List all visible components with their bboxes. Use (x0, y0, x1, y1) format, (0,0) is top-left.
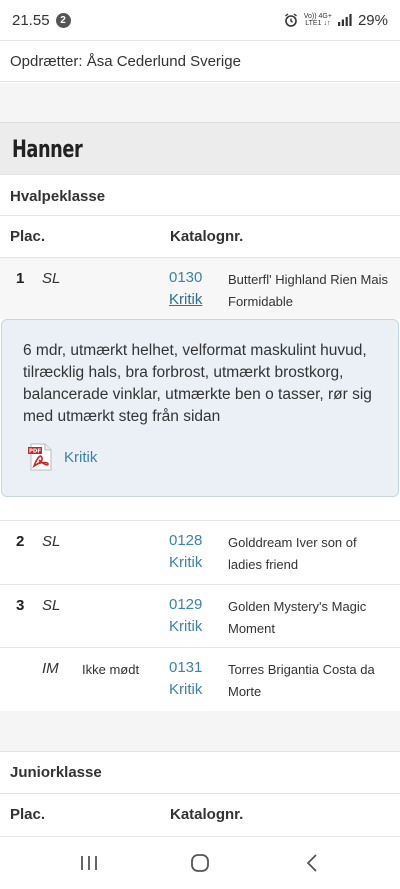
column-header: Plac. Katalognr. (0, 793, 400, 835)
section-header: Hanner (0, 122, 400, 174)
recent-apps-button[interactable] (78, 852, 100, 874)
entry-catalog-link[interactable]: 0128 (169, 532, 202, 549)
critique-pdf-link[interactable]: PDF Kritik (26, 442, 97, 472)
entry-kritik-link[interactable]: Kritik (169, 291, 202, 308)
status-time: 21.55 (12, 11, 50, 29)
entry-grade: IM (42, 660, 59, 677)
alarm-icon (284, 13, 297, 27)
network-indicator: Vo)) 4G+ LTE1 ↓↑ (304, 13, 332, 27)
entry-dog-name: Golddream Iver son of ladies friend (228, 535, 357, 572)
entry-place: 2 (16, 533, 25, 550)
entry-dog-name: Golden Mystery's Magic Moment (228, 599, 367, 636)
entry-attendance: Ikke mødt (82, 662, 140, 677)
spacer (0, 83, 400, 122)
system-nav-bar (0, 836, 400, 889)
entry-grade: SL (42, 533, 61, 550)
column-catalog: Katalognr. (170, 228, 244, 245)
critique-text: 6 mdr, utmærkt helhet, velformat maskuli… (23, 342, 372, 425)
entry-grade: SL (42, 597, 61, 614)
entry-catalog-link[interactable]: 0130 (169, 269, 202, 286)
column-catalog: Katalognr. (170, 806, 244, 823)
class-title: Juniorklasse (0, 751, 400, 793)
entry-dog-name: Torres Brigantia Costa da Morte (228, 662, 375, 699)
section-title: Hanner (12, 134, 83, 163)
signal-icon (337, 14, 352, 26)
entry-catalog-link[interactable]: 0129 (169, 596, 202, 613)
spacer (0, 498, 400, 520)
spacer (0, 711, 400, 751)
back-button[interactable] (302, 852, 324, 874)
entry-place: 3 (16, 597, 25, 614)
table-row: 1 SL 0130 Kritik Butterfl' Highland Rien… (0, 257, 400, 319)
network-bottom-label: LTE1 ↓↑ (305, 20, 331, 27)
status-icons: Vo)) 4G+ LTE1 ↓↑ 29% (284, 12, 388, 29)
notification-count-badge: 2 (55, 12, 71, 28)
column-header: Plac. Katalognr. (0, 215, 400, 257)
status-bar: 21.55 2 Vo)) 4G+ LTE1 ↓↑ 29% (0, 0, 400, 40)
entry-kritik-link[interactable]: Kritik (169, 554, 202, 571)
entry-catalog-link[interactable]: 0131 (169, 659, 202, 676)
battery-level: 29% (357, 11, 388, 29)
column-place: Plac. (10, 228, 46, 245)
home-button[interactable] (189, 852, 211, 874)
entry-grade: SL (42, 270, 61, 287)
entry-kritik-link[interactable]: Kritik (169, 618, 202, 635)
critique-panel: 6 mdr, utmærkt helhet, velformat maskuli… (1, 319, 399, 497)
network-top-label: Vo)) 4G+ (303, 13, 332, 20)
svg-text:PDF: PDF (29, 449, 42, 455)
breeder-info: Opdrætter: Åsa Cederlund Sverige (0, 40, 400, 82)
table-row: 2 SL 0128 Kritik Golddream Iver son of l… (0, 520, 400, 583)
column-place: Plac. (10, 806, 46, 823)
entry-kritik-link[interactable]: Kritik (169, 681, 202, 698)
class-title: Hvalpeklasse (0, 174, 400, 218)
table-row: IM Ikke mødt 0131 Kritik Torres Briganti… (0, 647, 400, 710)
table-row: 3 SL 0129 Kritik Golden Mystery's Magic … (0, 584, 400, 647)
pdf-kritik-label[interactable]: Kritik (64, 449, 97, 466)
entry-dog-name: Butterfl' Highland Rien Mais Formidable (228, 272, 388, 309)
pdf-icon: PDF (28, 443, 52, 471)
entry-place: 1 (16, 270, 25, 287)
